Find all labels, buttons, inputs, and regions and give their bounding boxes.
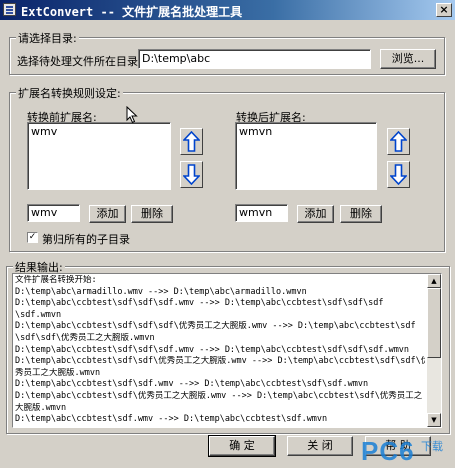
output-textarea[interactable]: 文件扩展名转换开始: D:\temp\abc\armadillo.wmv -->… [12,273,442,428]
output-line: D:\temp\abc\ccbtest\sdf\sdf\优秀员工之大腕版.wmv… [15,356,425,367]
output-line: D:\temp\abc\ccbtest\sdf\sdf\sdf.wmv -->>… [15,344,410,355]
move-up-button-right[interactable] [387,128,410,155]
scroll-thumb[interactable] [427,288,441,358]
move-up-button[interactable] [180,128,203,155]
directory-group-legend: 请选择目录: [16,30,79,46]
scroll-down-icon[interactable]: ▼ [427,413,441,427]
arrow-down-icon [390,164,407,185]
after-ext-list[interactable]: wmvn [235,122,377,190]
output-line: D:\temp\abc\ccbtest\sdf\sdf\sdf.wmv -->>… [15,298,384,309]
output-line: 秀员工之大腕版.wmvn [15,367,101,378]
arrow-up-icon [390,131,407,152]
rules-group-legend: 扩展名转换规则设定: [16,85,123,101]
output-line: \sdf\sdf\优秀员工之大腕版.wmvn [15,332,155,343]
after-delete-button[interactable]: 删除 [340,205,382,223]
directory-path-input[interactable]: D:\temp\abc [138,49,371,69]
after-add-button[interactable]: 添加 [297,205,334,223]
app-icon [3,3,16,16]
after-ext-input[interactable]: wmvn [235,204,288,222]
move-down-button-right[interactable] [387,161,410,188]
output-line: D:\temp\abc\ccbtest\sdf\sdf\sdf\优秀员工之大腕版… [15,321,416,332]
list-item[interactable]: wmv [31,125,167,138]
arrow-down-icon [183,164,200,185]
close-window-button[interactable]: × [436,3,452,17]
output-line: D:\temp\abc\armadillo.wmv -->> D:\temp\a… [15,286,307,297]
output-line: D:\temp\abc\ccbtest\sdf\优秀员工之大腕版.wmv -->… [15,390,423,401]
output-line: D:\temp\abc\ccbtest\sdf.wmv -->> D:\temp… [15,414,328,425]
close-button[interactable]: 关 闭 [287,436,353,456]
title-bar[interactable]: ExtConvert -- 文件扩展名批处理工具 × [0,0,455,20]
before-add-button[interactable]: 添加 [89,205,126,223]
output-lines: 文件扩展名转换开始: D:\temp\abc\armadillo.wmv -->… [15,275,425,426]
ok-button[interactable]: 确 定 [208,435,276,457]
directory-label: 选择待处理文件所在目录： [17,55,149,68]
watermark-brand: PC6 [361,436,415,466]
output-line: D:\temp\abc\ccbtest\sdf\sdf.wmv -->> D:\… [15,379,369,390]
before-ext-input[interactable]: wmv [27,204,80,222]
before-delete-button[interactable]: 删除 [131,205,173,223]
list-item[interactable]: wmvn [239,125,373,138]
pc6-watermark: PC6 下载 [361,436,451,466]
mouse-cursor-icon [126,106,138,124]
watermark-suffix: 下载 [421,440,443,453]
output-scrollbar[interactable]: ▲ ▼ [427,274,441,427]
output-line: 大腕版.wmvn [15,402,67,413]
output-line: \sdf.wmvn [15,309,62,320]
arrow-up-icon [183,131,200,152]
recursive-label[interactable]: 第归所有的子目录 [42,231,130,247]
recursive-checkbox[interactable]: ✓ [27,232,38,243]
before-ext-list[interactable]: wmv [27,122,171,190]
scroll-up-icon[interactable]: ▲ [427,274,441,288]
move-down-button[interactable] [180,161,203,188]
output-line: 文件扩展名转换开始: [15,275,97,285]
window-title: ExtConvert -- 文件扩展名批处理工具 [21,5,243,19]
browse-button[interactable]: 浏览... [380,49,436,69]
